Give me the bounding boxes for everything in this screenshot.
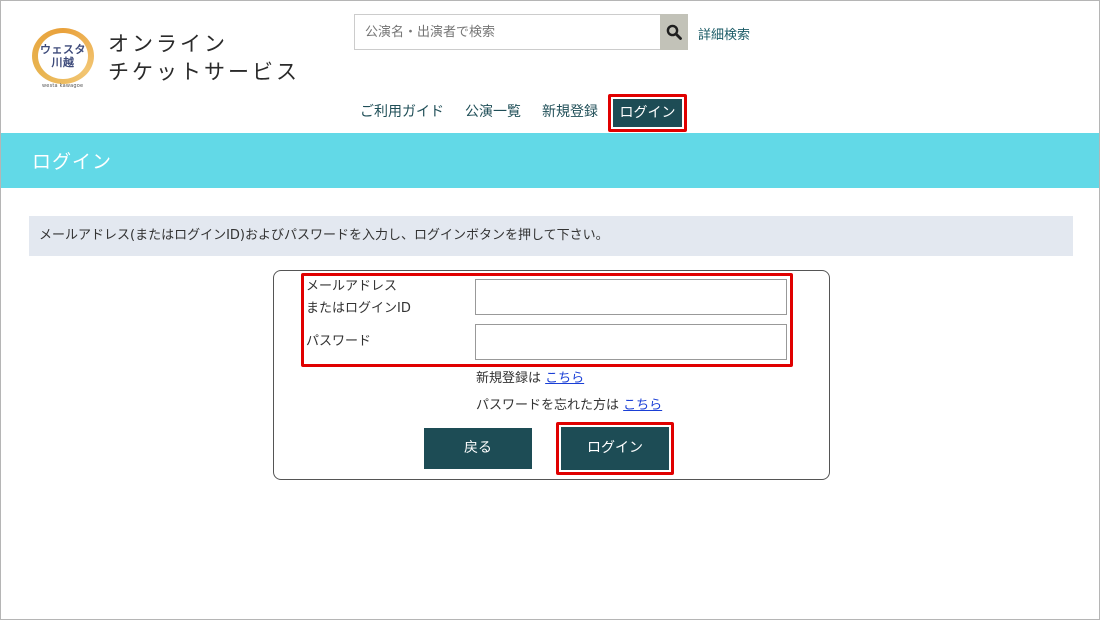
page-banner: ログイン: [1, 133, 1099, 188]
back-button[interactable]: 戻る: [424, 428, 532, 469]
logo-text-line2: 川越: [51, 56, 75, 69]
login-button[interactable]: ログイン: [561, 427, 669, 470]
search-input[interactable]: [354, 14, 661, 50]
site-title-line1: オンライン: [108, 32, 228, 56]
search-icon: [666, 24, 682, 40]
email-label-line1: メールアドレス: [306, 279, 398, 294]
register-link[interactable]: こちら: [545, 371, 584, 386]
register-line: 新規登録は こちら: [476, 367, 584, 386]
forgot-password-line: パスワードを忘れた方は こちら: [476, 394, 662, 413]
password-label: パスワード: [306, 334, 372, 349]
email-field[interactable]: [475, 279, 787, 315]
site-title: オンライン チケットサービス: [108, 30, 300, 86]
email-label-line2: またはログインID: [306, 301, 411, 316]
email-label: メールアドレス またはログインID: [306, 276, 411, 320]
site-title-line2: チケットサービス: [108, 60, 300, 84]
search-button[interactable]: [660, 14, 688, 50]
site-logo[interactable]: ウェスタ 川越 westa kawagoe: [30, 26, 100, 90]
page-title: ログイン: [32, 151, 113, 173]
advanced-search-link[interactable]: 詳細検索: [698, 24, 750, 43]
nav-item-performances[interactable]: 公演一覧: [465, 96, 521, 128]
nav-item-login[interactable]: ログイン: [613, 99, 682, 127]
nav-item-register[interactable]: 新規登録: [542, 96, 598, 128]
logo-text-line1: ウェスタ: [40, 43, 86, 56]
instruction-notice: メールアドレス(またはログインID)およびパスワードを入力し、ログインボタンを押…: [29, 216, 1073, 256]
logo-inner: ウェスタ 川越: [38, 33, 88, 79]
forgot-password-link[interactable]: こちら: [623, 398, 662, 413]
register-prefix: 新規登録は: [476, 371, 542, 386]
password-field[interactable]: [475, 324, 787, 360]
forgot-prefix: パスワードを忘れた方は: [476, 398, 620, 413]
nav-item-guide[interactable]: ご利用ガイド: [360, 96, 444, 128]
logo-subtext: westa kawagoe: [42, 83, 84, 89]
